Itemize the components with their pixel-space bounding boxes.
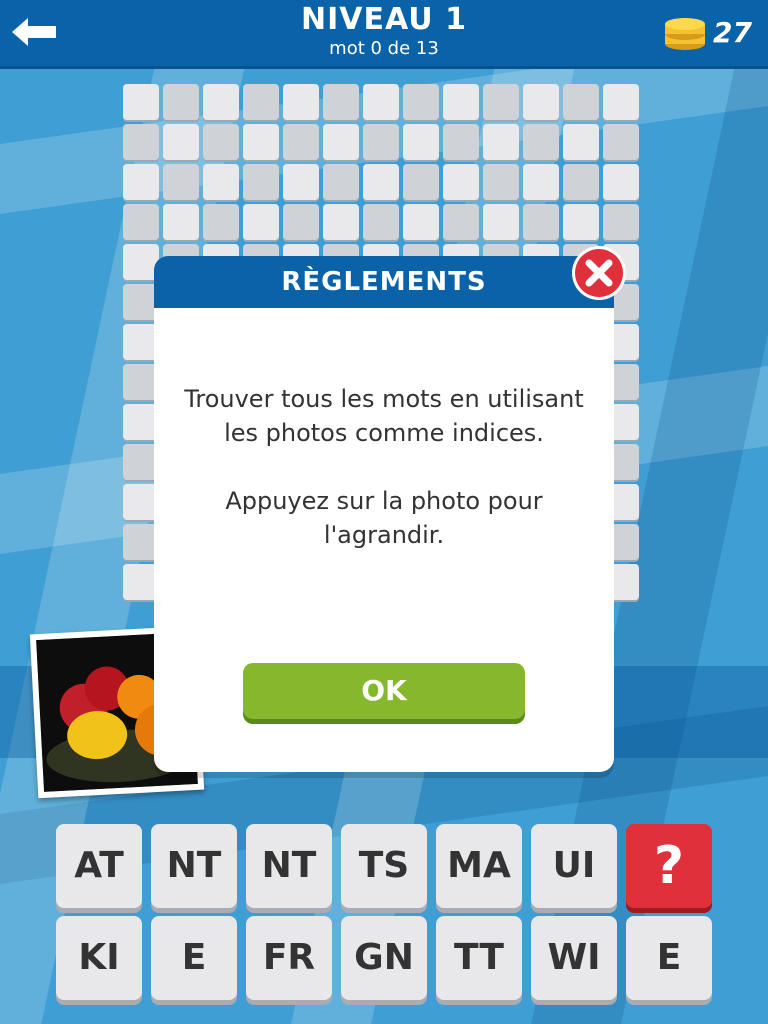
grid-cell: [203, 204, 239, 240]
grid-cell: [443, 84, 479, 120]
grid-cell: [243, 204, 279, 240]
grid-cell: [243, 164, 279, 200]
grid-cell: [123, 164, 159, 200]
letter-tile[interactable]: TT: [436, 916, 522, 1000]
grid-cell: [603, 164, 639, 200]
grid-cell: [323, 204, 359, 240]
grid-cell: [323, 124, 359, 160]
rules-paragraph-1: Trouver tous les mots en utilisant les p…: [184, 385, 584, 447]
letter-tile[interactable]: GN: [341, 916, 427, 1000]
grid-cell: [363, 164, 399, 200]
grid-cell: [323, 84, 359, 120]
letter-tile[interactable]: NT: [246, 824, 332, 908]
grid-cell: [123, 84, 159, 120]
grid-cell: [483, 124, 519, 160]
grid-cell: [163, 164, 199, 200]
grid-cell: [163, 84, 199, 120]
coins-icon: [665, 18, 706, 50]
letter-tiles: AT NT NT TS MA UI ? KI E FR GN TT WI E: [56, 824, 716, 1000]
grid-cell: [603, 124, 639, 160]
grid-cell: [563, 124, 599, 160]
grid-cell: [283, 164, 319, 200]
rules-paragraph-2: Appuyez sur la photo pour l'agrandir.: [225, 487, 543, 549]
level-title: NIVEAU 1: [301, 2, 467, 37]
grid-cell: [203, 84, 239, 120]
rules-dialog: RÈGLEMENTS Trouver tous les mots en util…: [154, 256, 614, 772]
grid-cell: [523, 124, 559, 160]
grid-cell: [363, 84, 399, 120]
letter-tile[interactable]: TS: [341, 824, 427, 908]
letter-tile[interactable]: AT: [56, 824, 142, 908]
grid-cell: [403, 164, 439, 200]
close-button[interactable]: [570, 244, 628, 302]
grid-cell: [523, 204, 559, 240]
letter-tile[interactable]: MA: [436, 824, 522, 908]
grid-cell: [243, 124, 279, 160]
grid-cell: [403, 84, 439, 120]
grid-cell: [283, 204, 319, 240]
grid-cell: [123, 204, 159, 240]
grid-cell: [563, 164, 599, 200]
grid-cell: [283, 124, 319, 160]
grid-cell: [123, 124, 159, 160]
rules-text: Trouver tous les mots en utilisant les p…: [174, 382, 594, 586]
coins-count: 27: [713, 15, 752, 49]
grid-cell: [563, 84, 599, 120]
ok-button[interactable]: OK: [243, 663, 525, 719]
grid-cell: [483, 84, 519, 120]
letter-tile[interactable]: UI: [531, 824, 617, 908]
letter-tile[interactable]: E: [626, 916, 712, 1000]
grid-cell: [203, 164, 239, 200]
letter-tile[interactable]: E: [151, 916, 237, 1000]
grid-cell: [363, 124, 399, 160]
grid-cell: [443, 124, 479, 160]
top-bar: NIVEAU 1 mot 0 de 13 27: [0, 0, 768, 69]
letter-tile[interactable]: FR: [246, 916, 332, 1000]
coin-counter: 27: [663, 12, 752, 52]
hint-button[interactable]: ?: [626, 824, 712, 908]
letter-tile[interactable]: NT: [151, 824, 237, 908]
grid-cell: [403, 124, 439, 160]
grid-cell: [563, 204, 599, 240]
grid-cell: [403, 204, 439, 240]
grid-cell: [443, 164, 479, 200]
grid-cell: [243, 84, 279, 120]
letter-tile[interactable]: WI: [531, 916, 617, 1000]
close-icon: [572, 246, 626, 300]
grid-cell: [283, 84, 319, 120]
grid-cell: [323, 164, 359, 200]
rules-title: RÈGLEMENTS: [154, 256, 614, 308]
letter-tile[interactable]: KI: [56, 916, 142, 1000]
grid-cell: [163, 204, 199, 240]
grid-cell: [483, 164, 519, 200]
grid-cell: [443, 204, 479, 240]
grid-cell: [523, 84, 559, 120]
grid-cell: [483, 204, 519, 240]
grid-cell: [603, 84, 639, 120]
word-progress: mot 0 de 13: [329, 38, 439, 59]
grid-cell: [523, 164, 559, 200]
grid-cell: [363, 204, 399, 240]
grid-cell: [203, 124, 239, 160]
grid-cell: [603, 204, 639, 240]
grid-cell: [163, 124, 199, 160]
